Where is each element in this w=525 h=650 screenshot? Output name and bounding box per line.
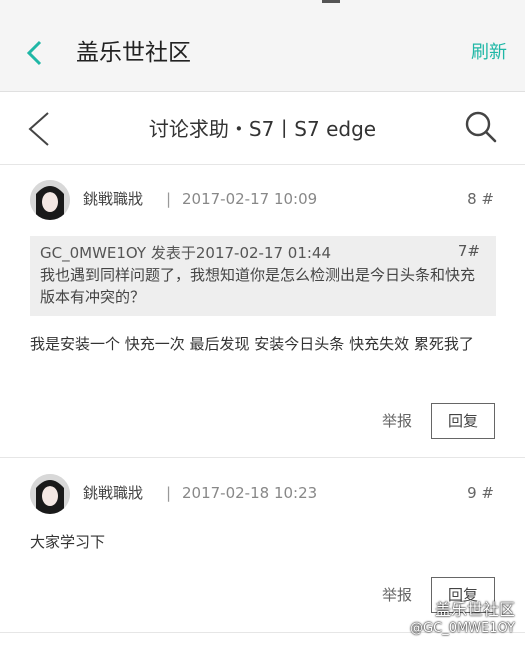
quote-text: 我也遇到同样问题了，我想知道你是怎么检测出是今日头条和快充版本有冲突的？ [40, 266, 476, 306]
post-time: 2017-02-18 10:23 [182, 484, 318, 502]
status-indicator [322, 0, 340, 3]
status-bar [0, 0, 525, 14]
post-item: 銚戦職戕 | 2017-02-17 10:09 8 # GC_0MWE1OY 发… [0, 166, 525, 458]
post-header: 銚戦職戕 | 2017-02-17 10:09 8 # [0, 166, 525, 236]
thread-title: 讨论求助・S7丨S7 edge [148, 117, 377, 141]
watermark-handle: @GC_0MWE1OY [410, 621, 515, 636]
username[interactable]: 銚戦職戕 [83, 480, 143, 506]
post-actions: 举报 回复 [295, 403, 495, 439]
post-header: 銚戦職戕 | 2017-02-18 10:23 9 # [0, 460, 525, 530]
post-content: 我是安装一个 快充一次 最后发现 安装今日头条 快充失效 累死我了 [30, 335, 474, 353]
watermark-brand: 盖乐世社区 [434, 600, 515, 619]
back-arrow-icon[interactable] [22, 36, 50, 70]
quote-author: GC_0MWE1OY 发表于2017-02-17 01:44 [40, 244, 332, 262]
post-content: 大家学习下 [30, 533, 106, 551]
app-bar: 盖乐世社区 刷新 [0, 14, 525, 92]
avatar[interactable] [30, 474, 70, 514]
reply-button[interactable]: 回复 [431, 403, 495, 439]
separator: | [166, 484, 172, 502]
floor-number: 9 # [467, 484, 494, 502]
quote-floor: 7# [457, 242, 480, 260]
report-button[interactable]: 举报 [382, 581, 412, 609]
refresh-button[interactable]: 刷新 [471, 38, 507, 68]
watermark: 盖乐世社区 @GC_0MWE1OY [410, 600, 515, 638]
app-title: 盖乐世社区 [76, 40, 191, 66]
thread-header: 讨论求助・S7丨S7 edge [0, 93, 525, 165]
floor-number: 8 # [467, 190, 494, 208]
username[interactable]: 銚戦職戕 [83, 186, 143, 212]
avatar[interactable] [30, 180, 70, 220]
search-icon[interactable] [463, 109, 499, 145]
report-button[interactable]: 举报 [382, 407, 412, 435]
post-time: 2017-02-17 10:09 [182, 190, 318, 208]
quote-block: GC_0MWE1OY 发表于2017-02-17 01:44 7# 我也遇到同样… [30, 236, 496, 316]
separator: | [166, 190, 172, 208]
